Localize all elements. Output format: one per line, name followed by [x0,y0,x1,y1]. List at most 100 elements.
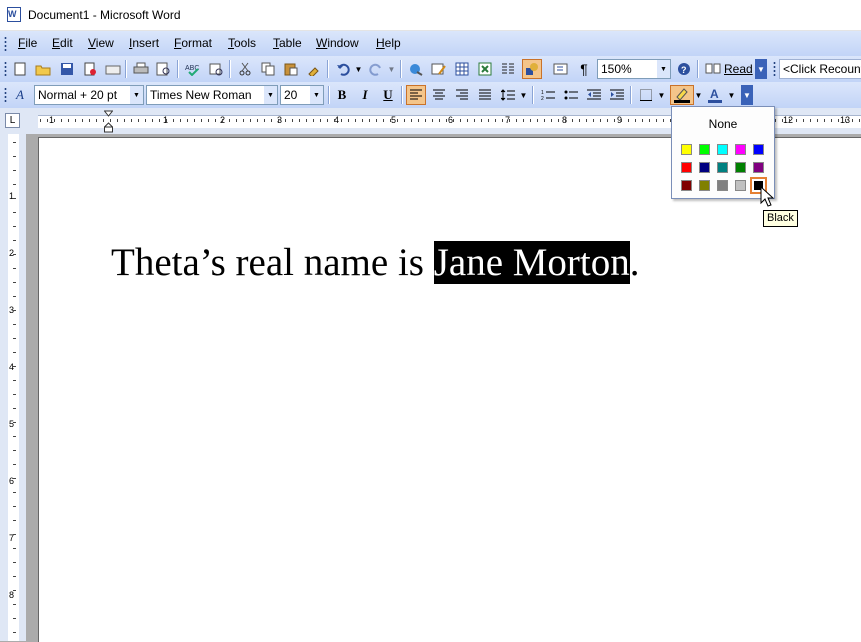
font-color-dropdown[interactable]: ▼ [727,86,736,104]
center-icon[interactable] [429,85,449,105]
color-swatch-turquoise[interactable] [717,144,728,155]
border-dropdown[interactable]: ▼ [657,86,666,104]
color-swatch-teal[interactable] [717,162,728,173]
menu-window[interactable]: Window [316,36,359,50]
paste-icon[interactable] [281,59,301,79]
align-left-icon[interactable] [406,85,426,105]
redo-dropdown: ▼ [387,64,396,74]
word-app-icon[interactable] [7,7,21,22]
insert-excel-icon[interactable] [475,59,495,79]
font-dropdown-arrow[interactable]: ▼ [264,86,277,104]
style-dropdown-arrow[interactable]: ▼ [130,86,143,104]
align-right-icon[interactable] [452,85,472,105]
research-icon[interactable] [206,59,226,79]
color-swatch-green[interactable] [735,162,746,173]
ruler-tick [13,212,16,213]
menu-view[interactable]: View [88,36,114,50]
menu-file[interactable]: File [18,36,37,50]
help-icon[interactable]: ? [674,59,694,79]
menu-table[interactable]: Table [273,36,302,50]
underline-button[interactable]: U [378,85,398,105]
menu-grip[interactable] [4,36,7,51]
cut-icon[interactable] [235,59,255,79]
line-spacing-dropdown[interactable]: ▼ [519,86,528,104]
insert-table-icon[interactable] [452,59,472,79]
zoom-dropdown-arrow[interactable]: ▼ [657,60,670,78]
color-swatch-bright-green[interactable] [699,144,710,155]
read-button[interactable]: Read [705,59,753,79]
italic-button[interactable]: I [355,85,375,105]
permission-icon[interactable] [80,59,100,79]
page[interactable]: Theta’s real name is Jane Morton. [38,137,861,642]
toolbar-grip[interactable] [4,61,7,76]
menu-edit[interactable]: Edit [52,36,73,50]
color-swatch-gray-50[interactable] [717,180,728,191]
ruler-tick [523,119,524,122]
toolbar-options-button[interactable]: ▼ [741,85,753,105]
color-swatch-yellow[interactable] [681,144,692,155]
spelling-icon[interactable]: ABC [183,59,203,79]
color-swatch-dark-blue[interactable] [699,162,710,173]
highlight-dropdown[interactable]: ▼ [694,86,703,104]
color-swatch-dark-red[interactable] [681,180,692,191]
color-swatch-red[interactable] [681,162,692,173]
new-icon[interactable] [10,59,30,79]
ruler-tick [446,119,447,122]
word-count-recount[interactable]: <Click Recount [779,59,861,79]
ruler-tick [222,119,223,122]
print-icon[interactable] [131,59,151,79]
open-icon[interactable] [33,59,53,79]
menu-tools[interactable]: Tools [228,36,256,50]
document-map-icon[interactable] [551,59,571,79]
tables-borders-icon[interactable] [429,59,449,79]
menu-insert[interactable]: Insert [129,36,159,50]
save-icon[interactable] [57,59,77,79]
print-preview-icon[interactable] [154,59,174,79]
font-box[interactable]: Times New Roman ▼ [146,85,278,105]
color-swatch-gray-25[interactable] [735,180,746,191]
line-spacing-icon[interactable] [498,85,518,105]
hyperlink-icon[interactable] [406,59,426,79]
menu-format[interactable]: Format [174,36,212,50]
styles-icon[interactable]: A [10,85,30,105]
undo-dropdown[interactable]: ▼ [354,60,363,78]
highlight-none-option[interactable]: None [672,117,774,131]
border-icon[interactable] [636,85,656,105]
tab-selector-icon[interactable]: L [5,113,20,128]
menu-help[interactable]: Help [376,36,401,50]
decrease-indent-icon[interactable] [584,85,604,105]
font-color-icon[interactable]: A [705,85,725,105]
font-size-dropdown-arrow[interactable]: ▼ [310,86,323,104]
format-painter-icon[interactable] [304,59,324,79]
justify-icon[interactable] [475,85,495,105]
drawing-icon[interactable] [522,59,542,79]
zoom-value: 150% [601,62,632,76]
color-swatch-pink[interactable] [735,144,746,155]
document-text[interactable]: Theta’s real name is Jane Morton. [111,241,640,285]
email-icon[interactable] [103,59,123,79]
color-swatch-violet[interactable] [753,162,764,173]
toolbar-grip[interactable] [4,87,7,102]
numbering-icon[interactable]: 12 [538,85,558,105]
increase-indent-icon[interactable] [607,85,627,105]
copy-icon[interactable] [258,59,278,79]
color-swatch-blue[interactable] [753,144,764,155]
font-size-box[interactable]: 20 ▼ [280,85,324,105]
indent-marker-icon[interactable] [104,110,113,134]
bold-button[interactable]: B [332,85,352,105]
bullets-icon[interactable] [561,85,581,105]
highlight-icon[interactable] [670,85,694,105]
style-box[interactable]: Normal + 20 pt ▼ [34,85,144,105]
columns-icon[interactable] [498,59,518,79]
undo-icon[interactable] [333,59,353,79]
ruler-tick [145,119,146,122]
show-hide-icon[interactable]: ¶ [574,59,594,79]
ruler-tick [13,170,16,171]
separator [401,86,403,104]
toolbar-options-button[interactable]: ▼ [755,59,767,79]
zoom-box[interactable]: 150% ▼ [597,59,671,79]
vertical-ruler[interactable]: 1 2 3 4 5 6 7 8 [0,134,26,641]
color-swatch-dark-yellow[interactable] [699,180,710,191]
word-count-grip[interactable] [773,61,776,76]
highlighted-text[interactable]: Jane Morton [433,241,630,284]
